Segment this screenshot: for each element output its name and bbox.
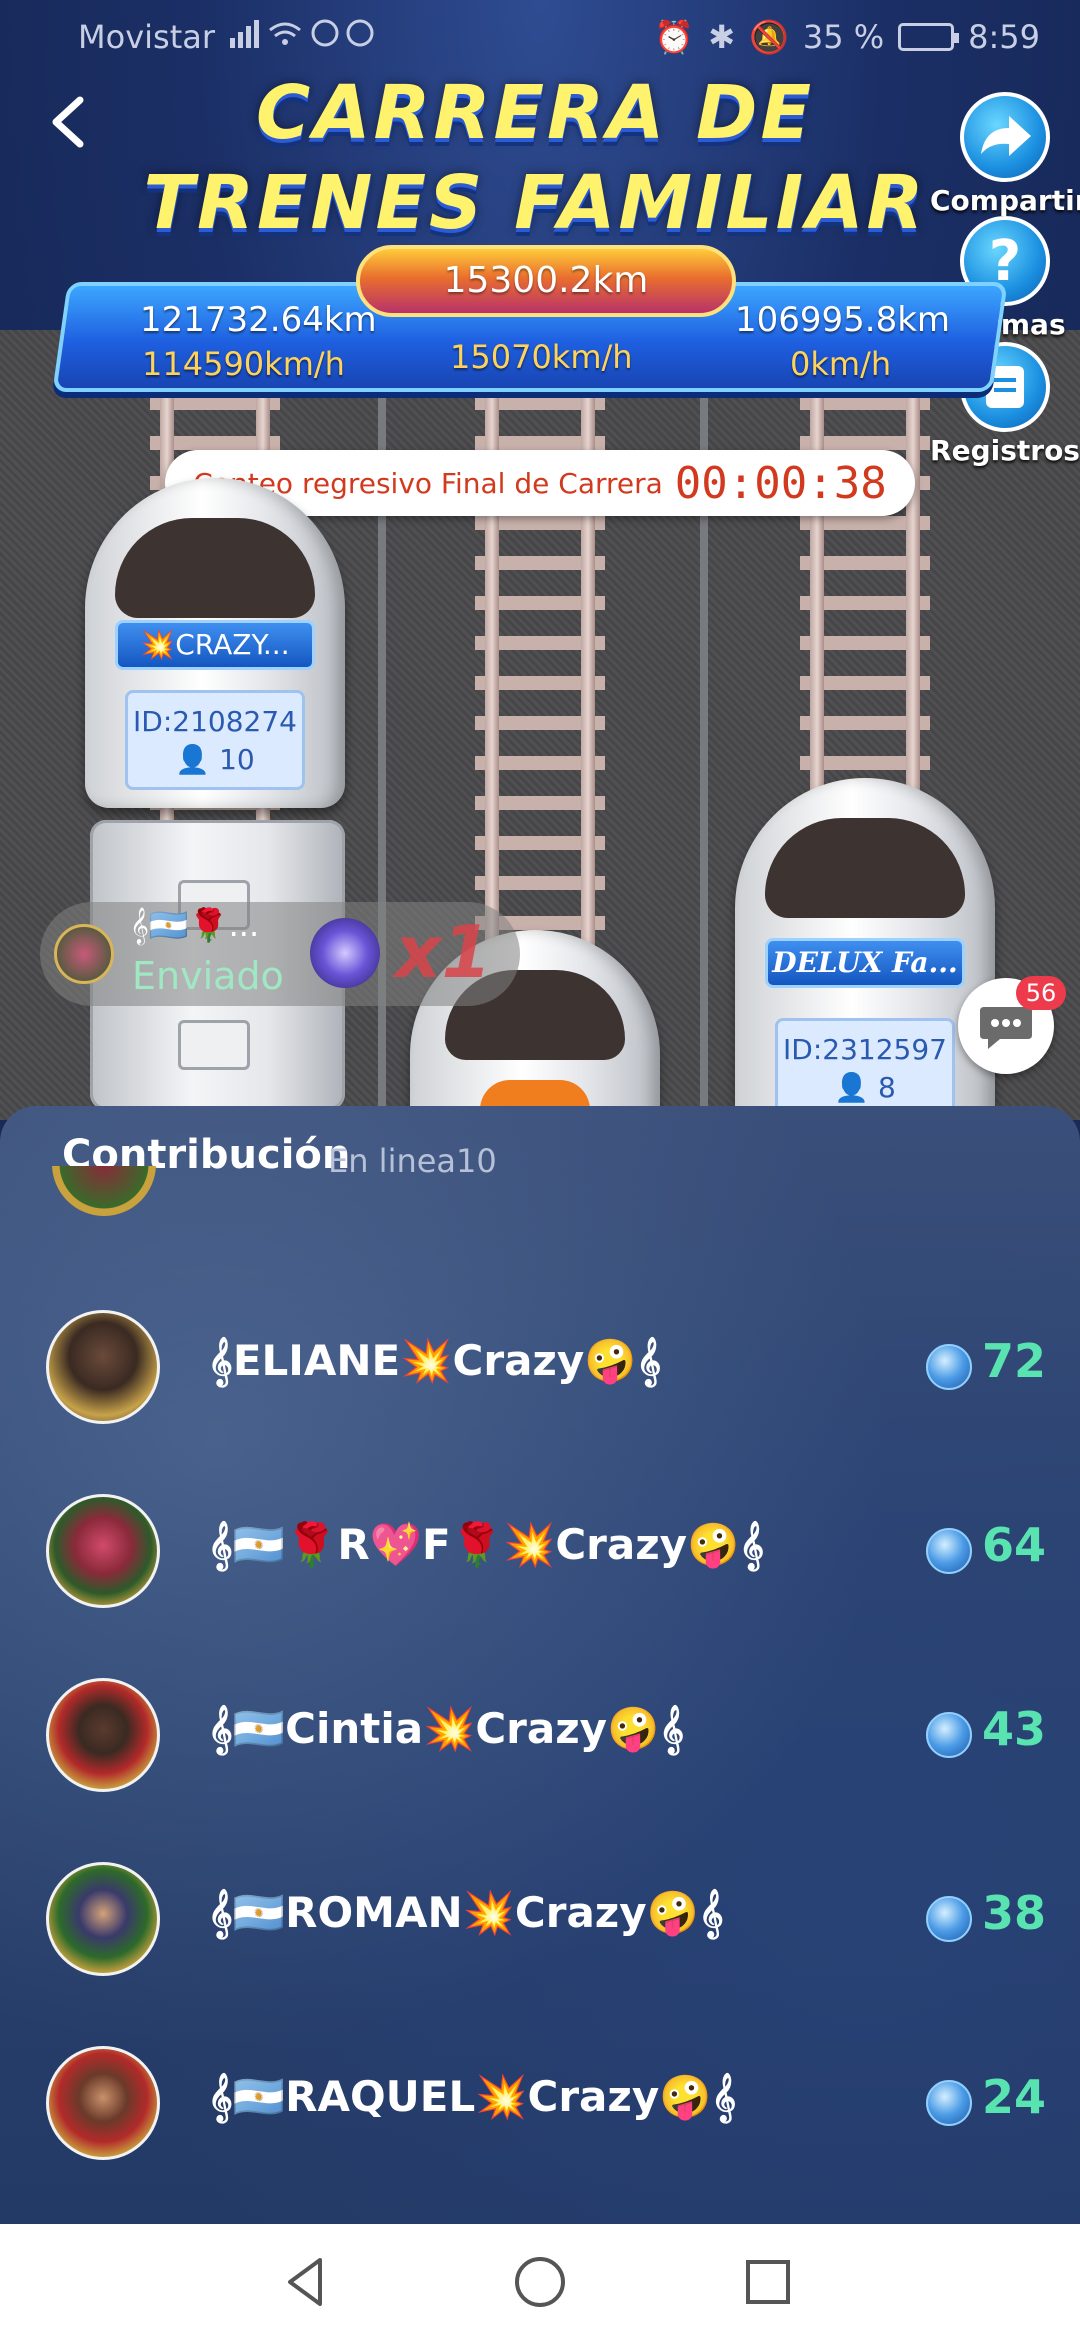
- share-label: Compartir: [930, 184, 1080, 217]
- contributor-score: 72: [982, 1334, 1047, 1388]
- contributor-name: 𝄞🇦🇷ROMAN💥Crazy🤪𝄞: [208, 1888, 724, 1937]
- gift-icon: [310, 918, 380, 988]
- contributor-score: 24: [982, 2070, 1047, 2124]
- contributor-score: 38: [982, 1886, 1047, 1940]
- mute-icon: 🔕: [749, 18, 789, 56]
- race-scene: Movistar ⏰ ✱ 🔕 35 % 8:59 CARRERA DE TREN…: [0, 0, 1080, 1120]
- avatar: [46, 1310, 160, 1424]
- share-button[interactable]: Compartir: [930, 92, 1080, 217]
- status-bar: Movistar ⏰ ✱ 🔕 35 % 8:59: [0, 0, 1080, 72]
- user-icon: 👤: [175, 743, 211, 776]
- left-speed: 114590km/h: [142, 345, 345, 383]
- train-window: [115, 518, 315, 618]
- nav-back-icon[interactable]: [276, 2250, 340, 2314]
- user-icon: 👤: [834, 1071, 870, 1104]
- list-item[interactable]: 𝄞🇦🇷🌹R💖F🌹💥Crazy🤪𝄞 64: [0, 1476, 1080, 1626]
- contributor-name: 𝄞🇦🇷Cintia💥Crazy🤪𝄞: [208, 1704, 685, 1753]
- gem-icon: [926, 1528, 972, 1574]
- list-item[interactable]: 𝄞🇦🇷ROMAN💥Crazy🤪𝄞 38: [0, 1844, 1080, 1994]
- signal-wifi-icon: [230, 19, 374, 48]
- signal-icons: [230, 18, 380, 56]
- list-item[interactable]: 𝄞🇦🇷Cintia💥Crazy🤪𝄞 43: [0, 1660, 1080, 1810]
- right-speed: 0km/h: [790, 345, 892, 383]
- right-distance: 106995.8km: [735, 300, 951, 340]
- page-title: CARRERA DE TRENES FAMILIAR: [140, 68, 930, 248]
- alarm-icon: ⏰: [654, 18, 695, 56]
- train-left-members: 👤 10: [175, 743, 255, 776]
- left-distance: 121732.64km: [140, 300, 377, 340]
- lane-divider: [700, 330, 708, 1120]
- train-left-id: ID:2108274: [133, 705, 297, 738]
- contributor-name: 𝄞🇦🇷RAQUEL💥Crazy🤪𝄞: [208, 2072, 737, 2121]
- gift-sender-name: 𝄞🇦🇷🌹...: [130, 906, 260, 944]
- clock: 8:59: [968, 18, 1040, 56]
- avatar: [46, 1862, 160, 1976]
- train-right-info: ID:2312597 👤 8: [775, 1018, 955, 1118]
- back-button[interactable]: [40, 92, 100, 152]
- avatar: [46, 1494, 160, 1608]
- contributor-name: 𝄞🇦🇷🌹R💖F🌹💥Crazy🤪𝄞: [208, 1520, 765, 1569]
- train-left-name: 💥CRAZY...: [115, 620, 315, 670]
- avatar: [46, 2046, 160, 2160]
- car-door: [178, 1020, 250, 1070]
- status-right: ⏰ ✱ 🔕 35 % 8:59: [654, 18, 1040, 56]
- center-speed: 15070km/h: [450, 338, 633, 376]
- battery-icon: [898, 23, 960, 51]
- train-left-info: ID:2108274 👤 10: [125, 690, 305, 790]
- navigation-bar: [0, 2224, 1080, 2340]
- avatar: [52, 1166, 156, 1216]
- chat-unread-badge: 56: [1016, 976, 1066, 1010]
- train-window: [765, 818, 965, 918]
- train-right-name: DELUX Fa...: [765, 938, 965, 988]
- total-distance-badge: 15300.2km: [356, 245, 736, 317]
- list-item[interactable]: 𝄞ELIANE💥Crazy🤪𝄞 72: [0, 1292, 1080, 1442]
- nav-recents-icon[interactable]: [736, 2250, 800, 2314]
- gem-icon: [926, 1712, 972, 1758]
- battery-percent: 35 %: [802, 18, 885, 56]
- train-right-id: ID:2312597: [783, 1033, 947, 1066]
- bluetooth-icon: ✱: [708, 18, 735, 56]
- train-right[interactable]: DELUX Fa... ID:2312597 👤 8: [735, 778, 995, 1120]
- title-line-1: CARRERA DE: [255, 70, 815, 156]
- gift-multiplier: x1: [395, 910, 492, 994]
- countdown-timer: 00:00:38: [674, 457, 887, 509]
- gift-action: Enviado: [132, 954, 284, 998]
- nav-home-icon[interactable]: [508, 2250, 572, 2314]
- list-item[interactable]: 𝄞🇦🇷RAQUEL💥Crazy🤪𝄞 24: [0, 2028, 1080, 2178]
- contributor-score: 64: [982, 1518, 1047, 1572]
- gem-icon: [926, 1344, 972, 1390]
- title-line-2: TRENES FAMILIAR: [143, 160, 927, 246]
- contributor-score: 43: [982, 1702, 1047, 1756]
- carrier-name: Movistar: [78, 18, 215, 56]
- avatar: [46, 1678, 160, 1792]
- records-label: Registros: [930, 434, 1080, 467]
- share-icon: [960, 92, 1050, 182]
- gem-icon: [926, 1896, 972, 1942]
- online-count: En linea10: [328, 1142, 497, 1180]
- train-left[interactable]: 💥CRAZY... ID:2108274 👤 10: [85, 478, 345, 808]
- gift-sender-avatar: [54, 924, 114, 984]
- train-right-members: 👤 8: [834, 1071, 896, 1104]
- contributor-name: 𝄞ELIANE💥Crazy🤪𝄞: [208, 1336, 662, 1385]
- gem-icon: [926, 2080, 972, 2126]
- contribution-panel[interactable]: Contribución En linea10 𝄞ELIANE💥Crazy🤪𝄞 …: [0, 1106, 1080, 2224]
- back-icon: [52, 96, 84, 148]
